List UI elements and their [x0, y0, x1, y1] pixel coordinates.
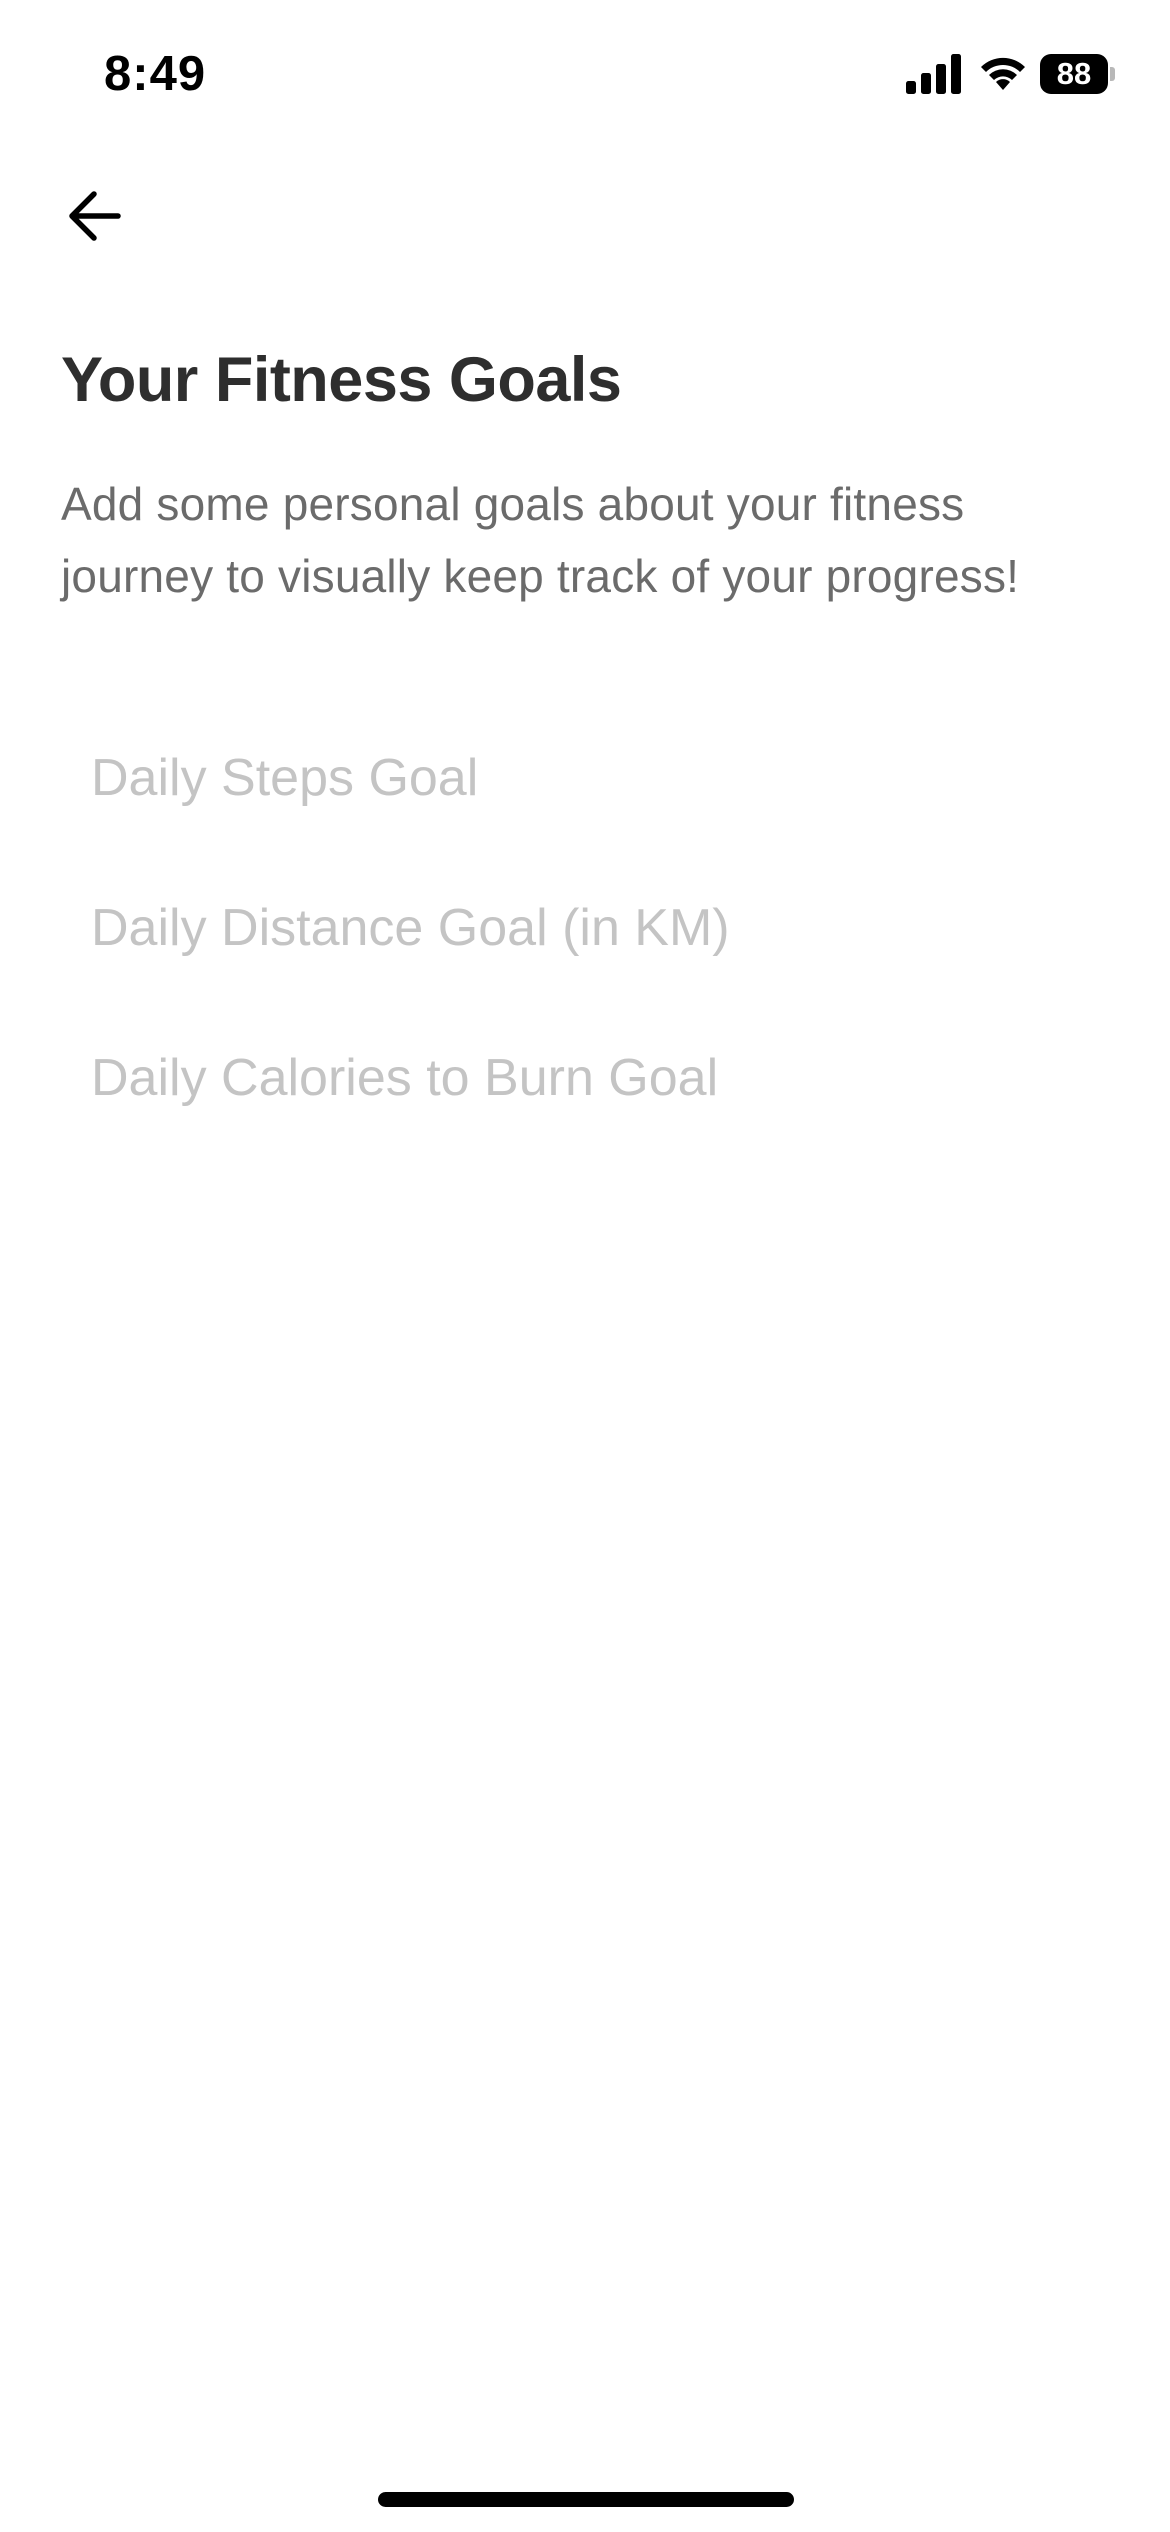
- arrow-left-icon: [69, 191, 121, 241]
- daily-distance-goal-input[interactable]: [61, 878, 1109, 978]
- cellular-signal-icon: [906, 54, 962, 94]
- daily-steps-goal-input[interactable]: [61, 728, 1109, 828]
- page-title: Your Fitness Goals: [61, 345, 622, 415]
- status-bar: 8:49 88: [0, 0, 1170, 150]
- home-indicator[interactable]: [378, 2492, 794, 2507]
- daily-calories-goal-input[interactable]: [61, 1028, 1109, 1128]
- status-time: 8:49: [104, 47, 207, 101]
- back-button[interactable]: [56, 176, 136, 256]
- wifi-icon: [978, 52, 1028, 92]
- battery-icon: 88: [1040, 54, 1116, 94]
- battery-level: 88: [1056, 56, 1092, 91]
- page-description: Add some personal goals about your fitne…: [61, 478, 1020, 602]
- battery-cap: [1110, 67, 1115, 81]
